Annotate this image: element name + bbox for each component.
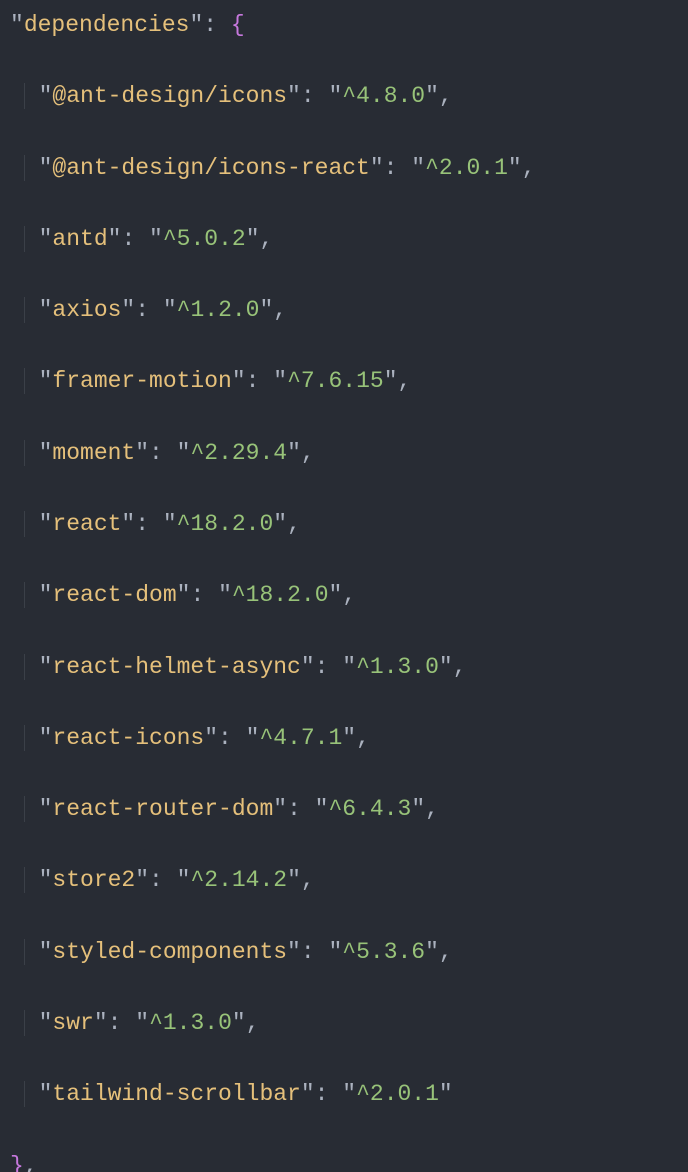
code-line: "framer-motion": "^7.6.15", <box>10 364 678 400</box>
code-line: "dependencies": { <box>10 8 678 44</box>
dep-value: ^2.14.2 <box>190 867 287 893</box>
dep-key: @ant-design/icons <box>52 83 287 109</box>
dep-value: ^18.2.0 <box>177 511 274 537</box>
dep-value: ^18.2.0 <box>232 582 329 608</box>
code-line: "react-dom": "^18.2.0", <box>10 578 678 614</box>
dep-key: react <box>52 511 121 537</box>
code-line: "react-helmet-async": "^1.3.0", <box>10 650 678 686</box>
dep-key: axios <box>52 297 121 323</box>
code-line: }, <box>10 1149 678 1172</box>
dep-key: antd <box>52 226 107 252</box>
dep-key: swr <box>52 1010 93 1036</box>
dep-key: react-dom <box>52 582 176 608</box>
dep-key: react-helmet-async <box>52 654 300 680</box>
dep-key: moment <box>52 440 135 466</box>
code-line: "react-icons": "^4.7.1", <box>10 721 678 757</box>
dep-key: react-icons <box>52 725 204 751</box>
dep-key: tailwind-scrollbar <box>52 1081 300 1107</box>
brace-open: { <box>231 12 245 38</box>
dep-value: ^7.6.15 <box>287 368 384 394</box>
code-line: "@ant-design/icons-react": "^2.0.1", <box>10 151 678 187</box>
section-key: dependencies <box>24 12 190 38</box>
code-line: "moment": "^2.29.4", <box>10 436 678 472</box>
code-line: "antd": "^5.0.2", <box>10 222 678 258</box>
dep-value: ^2.0.1 <box>425 155 508 181</box>
dep-value: ^4.8.0 <box>342 83 425 109</box>
dep-value: ^5.3.6 <box>342 939 425 965</box>
code-line: "tailwind-scrollbar": "^2.0.1" <box>10 1077 678 1113</box>
dep-key: styled-components <box>52 939 287 965</box>
code-line: "swr": "^1.3.0", <box>10 1006 678 1042</box>
dep-key: @ant-design/icons-react <box>52 155 369 181</box>
dep-key: store2 <box>52 867 135 893</box>
code-line: "store2": "^2.14.2", <box>10 863 678 899</box>
code-line: "@ant-design/icons": "^4.8.0", <box>10 79 678 115</box>
brace-close: } <box>10 1153 24 1172</box>
dep-value: ^1.3.0 <box>356 654 439 680</box>
code-line: "react-router-dom": "^6.4.3", <box>10 792 678 828</box>
dep-value: ^5.0.2 <box>163 226 246 252</box>
dep-value: ^2.0.1 <box>356 1081 439 1107</box>
dep-key: react-router-dom <box>52 796 273 822</box>
dep-value: ^1.3.0 <box>149 1010 232 1036</box>
dep-key: framer-motion <box>52 368 231 394</box>
dep-value: ^4.7.1 <box>259 725 342 751</box>
dep-value: ^2.29.4 <box>190 440 287 466</box>
code-line: "axios": "^1.2.0", <box>10 293 678 329</box>
dep-value: ^1.2.0 <box>177 297 260 323</box>
dep-value: ^6.4.3 <box>328 796 411 822</box>
code-line: "styled-components": "^5.3.6", <box>10 935 678 971</box>
code-line: "react": "^18.2.0", <box>10 507 678 543</box>
json-code-block: "dependencies": { "@ant-design/icons": "… <box>0 0 688 1172</box>
